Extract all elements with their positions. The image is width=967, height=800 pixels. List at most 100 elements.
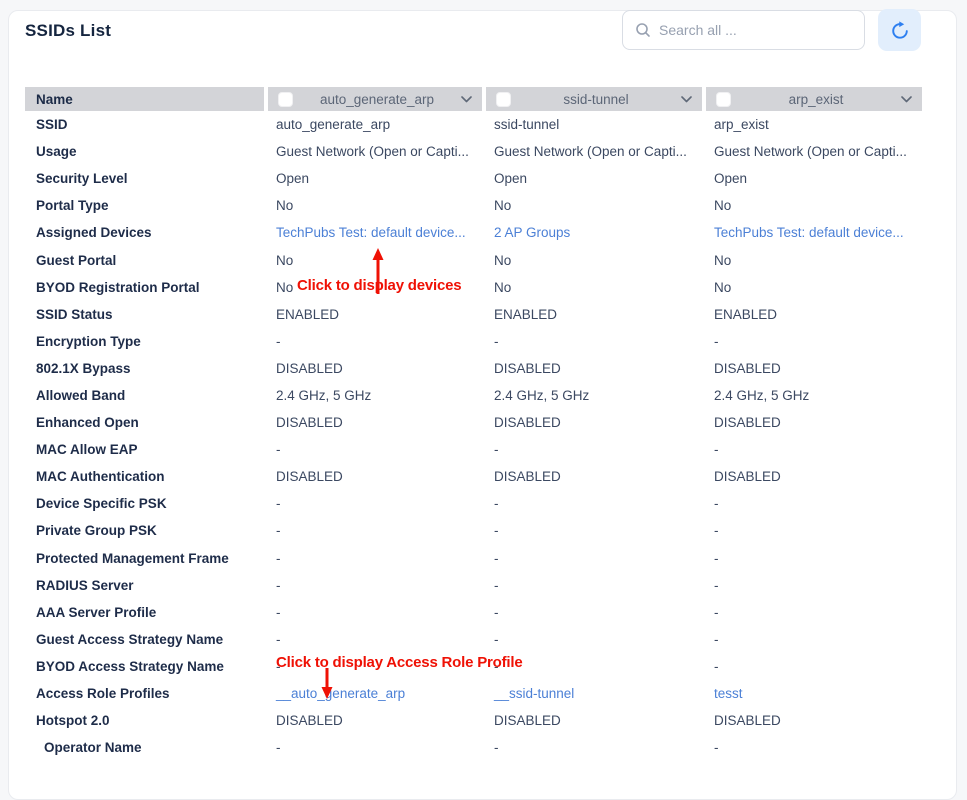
table-row: Portal TypeNoNoNo [25, 192, 922, 219]
cell-value: DISABLED [268, 469, 482, 484]
cell-value: No [486, 198, 702, 213]
cell-link[interactable]: tesst [714, 686, 743, 701]
table-header-row: Nameauto_generate_arp ssid-tunnel arp_exis… [25, 87, 922, 111]
chevron-down-icon[interactable] [461, 96, 472, 103]
column-header-name: Name [25, 87, 264, 111]
cell-link[interactable]: TechPubs Test: default device... [276, 225, 466, 240]
row-label: Allowed Band [25, 388, 264, 403]
cell-value: - [486, 551, 702, 566]
row-label: Encryption Type [25, 334, 264, 349]
annotation-click-display-access-role: Click to display Access Role Profile [276, 654, 523, 671]
table-row: Guest Access Strategy Name--- [25, 626, 922, 653]
column-checkbox[interactable] [278, 92, 293, 107]
cell-value: Open [268, 171, 482, 186]
cell-value: - [706, 551, 922, 566]
cell-value: - [706, 605, 922, 620]
refresh-button[interactable] [878, 9, 921, 51]
cell-value: 2.4 GHz, 5 GHz [706, 388, 922, 403]
column-checkbox[interactable] [496, 92, 511, 107]
page-title: SSIDs List [25, 21, 111, 41]
chevron-down-icon[interactable] [681, 96, 692, 103]
cell-link[interactable]: __auto_generate_arp [276, 686, 405, 701]
cell-value: - [706, 523, 922, 538]
table-row: RADIUS Server--- [25, 572, 922, 599]
table-row: SSID Status ENABLED ENABLED ENABLED [25, 301, 922, 328]
row-label: Hotspot 2.0 [25, 713, 264, 728]
cell-value: - [268, 551, 482, 566]
row-label: BYOD Access Strategy Name [25, 659, 264, 674]
table-row: Allowed Band 2.4 GHz, 5 GHz 2.4 GHz, 5 GHz… [25, 382, 922, 409]
cell-value: DISABLED [486, 713, 702, 728]
row-label: Access Role Profiles [25, 686, 264, 701]
cell-value: Guest Network (Open or Capti... [486, 144, 702, 159]
cell-value: - [706, 632, 922, 647]
column-header-label: ssid-tunnel [511, 92, 681, 107]
column-header-auto_generate_arp[interactable]: auto_generate_arp [268, 87, 482, 111]
row-label: Protected Management Frame [25, 551, 264, 566]
table-row: Assigned DevicesTechPubs Test: default d… [25, 219, 922, 246]
cell-value: - [268, 523, 482, 538]
cell-link[interactable]: __ssid-tunnel [494, 686, 574, 701]
cell-value: Guest Network (Open or Capti... [706, 144, 922, 159]
cell-value: ENABLED [268, 307, 482, 322]
cell-value: - [706, 334, 922, 349]
cell-value: DISABLED [706, 469, 922, 484]
table-row: Protected Management Frame--- [25, 545, 922, 572]
column-header-arp_exist[interactable]: arp_exist [706, 87, 922, 111]
cell-value: __ssid-tunnel [486, 686, 702, 701]
cell-value: - [268, 334, 482, 349]
row-label: Usage [25, 144, 264, 159]
row-label: SSID Status [25, 307, 264, 322]
row-label: Portal Type [25, 198, 264, 213]
search-box[interactable] [622, 10, 865, 50]
row-label: AAA Server Profile [25, 605, 264, 620]
cell-value: - [706, 496, 922, 511]
table-row: Device Specific PSK--- [25, 490, 922, 517]
cell-value: DISABLED [486, 361, 702, 376]
cell-value: - [486, 496, 702, 511]
table-row: Operator Name--- [25, 734, 922, 761]
table-row: 802.1X BypassDISABLEDDISABLEDDISABLED [25, 355, 922, 382]
cell-value: - [486, 740, 702, 755]
cell-value: - [268, 496, 482, 511]
cell-value: DISABLED [706, 361, 922, 376]
cell-value: ENABLED [486, 307, 702, 322]
table-row: BYOD Registration PortalNoNoNo [25, 274, 922, 301]
cell-value: - [706, 442, 922, 457]
cell-value: 2.4 GHz, 5 GHz [486, 388, 702, 403]
cell-value: - [486, 632, 702, 647]
cell-value: Open [706, 171, 922, 186]
cell-value: TechPubs Test: default device... [268, 225, 482, 240]
column-header-ssid-tunnel[interactable]: ssid-tunnel [486, 87, 702, 111]
row-label: Enhanced Open [25, 415, 264, 430]
cell-value: DISABLED [486, 469, 702, 484]
cell-value: auto_generate_arp [268, 117, 482, 132]
table-row: Guest PortalNoNoNo [25, 246, 922, 273]
cell-value: - [268, 578, 482, 593]
cell-value: ssid-tunnel [486, 117, 702, 132]
search-icon [635, 22, 651, 38]
cell-link[interactable]: 2 AP Groups [494, 225, 570, 240]
cell-value: DISABLED [486, 415, 702, 430]
cell-link[interactable]: TechPubs Test: default device... [714, 225, 904, 240]
table-row: Private Group PSK--- [25, 517, 922, 544]
cell-value: - [268, 740, 482, 755]
table-row: Security LevelOpenOpenOpen [25, 165, 922, 192]
cell-value: - [706, 740, 922, 755]
cell-value: DISABLED [268, 415, 482, 430]
row-label: Operator Name [25, 740, 264, 755]
cell-value: - [486, 442, 702, 457]
annotation-arrow-down-icon [319, 668, 335, 700]
row-label: Device Specific PSK [25, 496, 264, 511]
cell-value: ENABLED [706, 307, 922, 322]
search-input[interactable] [659, 22, 852, 38]
chevron-down-icon[interactable] [901, 96, 912, 103]
row-label: Guest Access Strategy Name [25, 632, 264, 647]
cell-value: No [706, 253, 922, 268]
cell-value: 2.4 GHz, 5 GHz [268, 388, 482, 403]
table-row: AAA Server Profile--- [25, 599, 922, 626]
row-label: BYOD Registration Portal [25, 280, 264, 295]
column-checkbox[interactable] [716, 92, 731, 107]
cell-value: - [706, 659, 922, 674]
cell-value: No [268, 198, 482, 213]
